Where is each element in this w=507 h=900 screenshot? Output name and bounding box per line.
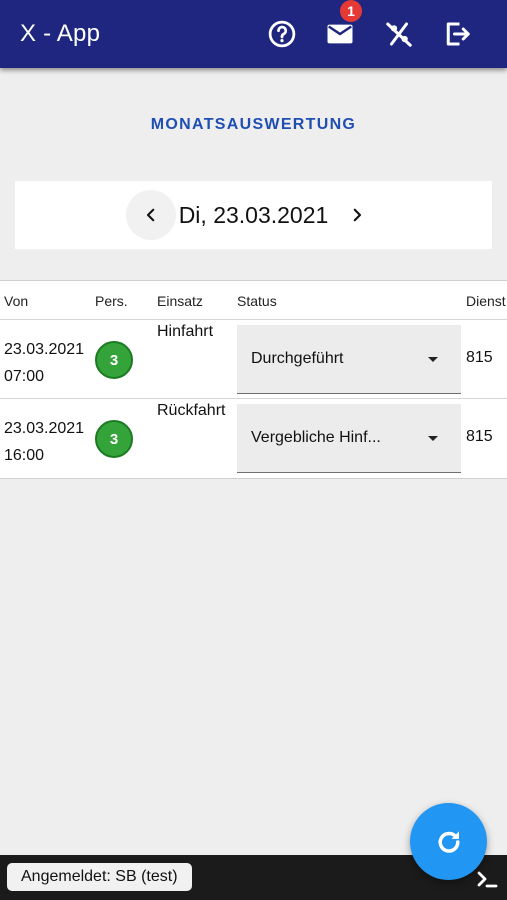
help-circle-icon <box>268 20 296 48</box>
von-date: 23.03.2021 <box>4 341 85 358</box>
app-title: X - App <box>20 20 101 47</box>
app-bar: X - App 1 <box>0 0 507 68</box>
chevron-right-icon <box>353 208 362 222</box>
table-row: 23.03.2021 07:00 3 Hinfahrt Durchgeführt… <box>0 320 507 399</box>
von-date: 23.03.2021 <box>4 420 85 437</box>
next-day-button[interactable] <box>332 190 382 240</box>
cell-dienst: 815 <box>466 428 493 445</box>
cell-einsatz: Hinfahrt <box>157 323 214 340</box>
refresh-icon <box>438 830 460 853</box>
discount-button[interactable] <box>379 14 419 54</box>
help-button[interactable] <box>262 14 302 54</box>
status-select[interactable]: Vergebliche Hinf... <box>237 404 461 473</box>
header-von[interactable]: Von <box>4 293 28 309</box>
percent-off-icon <box>386 22 412 47</box>
status-select[interactable]: Durchgeführt <box>237 325 461 394</box>
persons-badge: 3 <box>95 341 133 379</box>
terminal-icon[interactable] <box>475 867 499 891</box>
von-time: 07:00 <box>4 368 45 385</box>
von-time: 16:00 <box>4 447 45 464</box>
chevron-left-icon <box>146 208 155 222</box>
caret-down-icon <box>428 436 438 441</box>
mail-icon <box>327 24 353 44</box>
cell-dienst: 815 <box>466 349 493 366</box>
current-date: Di, 23.03.2021 <box>178 201 329 228</box>
table-header: Von Pers. Einsatz Status Dienst <box>0 281 507 320</box>
refresh-button[interactable] <box>410 803 487 880</box>
table-row: 23.03.2021 16:00 3 Rückfahrt Vergebliche… <box>0 399 507 478</box>
header-dienst[interactable]: Dienst <box>466 293 506 309</box>
mail-button[interactable]: 1 <box>320 0 362 54</box>
notification-badge: 1 <box>340 0 362 22</box>
status-value: Vergebliche Hinf... <box>251 429 381 446</box>
date-navigator: Di, 23.03.2021 <box>15 181 492 249</box>
login-status: Angemeldet: SB (test) <box>7 863 192 891</box>
cell-einsatz: Rückfahrt <box>157 402 226 419</box>
header-pers[interactable]: Pers. <box>95 293 128 309</box>
header-status[interactable]: Status <box>237 293 277 309</box>
previous-day-button[interactable] <box>126 190 176 240</box>
logout-button[interactable] <box>437 14 477 54</box>
header-einsatz[interactable]: Einsatz <box>157 293 203 309</box>
trips-table: Von Pers. Einsatz Status Dienst 23.03.20… <box>0 280 507 479</box>
cell-von: 23.03.2021 07:00 <box>4 336 84 390</box>
logout-icon <box>446 22 470 46</box>
page-title: MONATSAUSWERTUNG <box>150 116 357 133</box>
persons-badge: 3 <box>95 420 133 458</box>
status-value: Durchgeführt <box>251 350 344 367</box>
caret-down-icon <box>428 357 438 362</box>
cell-von: 23.03.2021 16:00 <box>4 415 84 469</box>
